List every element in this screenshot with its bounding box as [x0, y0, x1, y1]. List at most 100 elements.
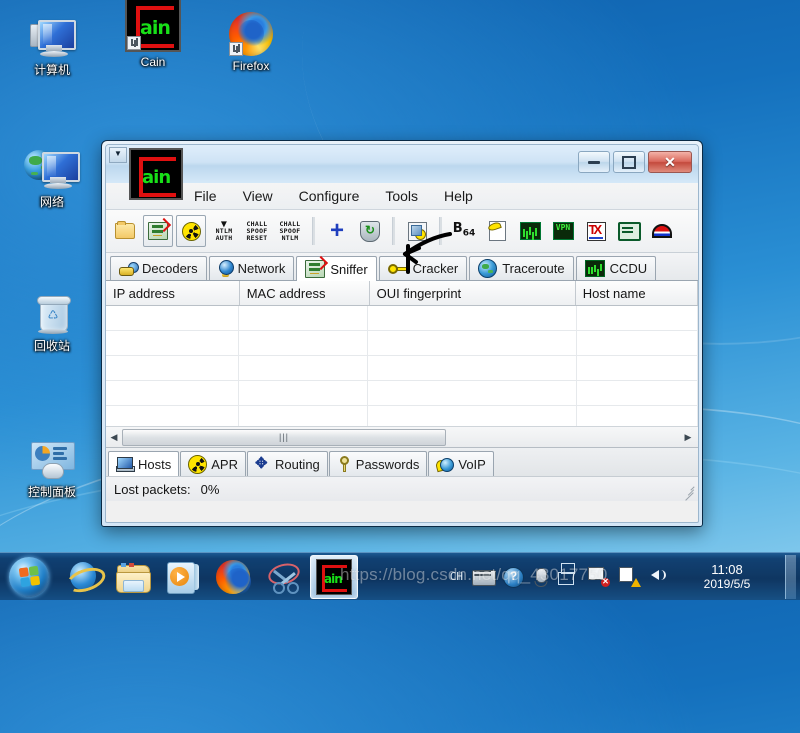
horizontal-scrollbar[interactable]: ◀ ||| ▶ — [106, 426, 698, 447]
start-button[interactable] — [2, 555, 56, 599]
rdp-button[interactable]: TX — [581, 215, 611, 247]
vpn-icon: VPN — [552, 222, 574, 240]
desktop-icon-firefox[interactable]: Firefox — [203, 6, 299, 73]
desktop-icon-computer[interactable]: 计算机 — [4, 10, 100, 77]
firefox-icon — [203, 6, 299, 56]
bottom-tab-label: VoIP — [458, 456, 486, 472]
table-row[interactable] — [106, 356, 698, 381]
taskbar-clock[interactable]: 11:08 2019/5/5 — [681, 562, 773, 592]
taskbar-firefox[interactable] — [210, 556, 256, 598]
telnet-button[interactable] — [614, 215, 644, 247]
bottom-tab-bar[interactable]: Hosts APR ✥ Routing Passwords VoIP — [106, 447, 698, 476]
ime-indicator[interactable]: CH — [450, 570, 463, 583]
table-cell — [239, 331, 368, 355]
chall-spoof-ntlm-button[interactable]: CHALL SPOOF NTLM — [275, 215, 305, 247]
tray-help-icon[interactable]: ? — [503, 566, 525, 588]
tab-network[interactable]: Network — [208, 256, 295, 280]
menu-item-file[interactable]: File — [190, 186, 221, 206]
rdp-icon: TX — [586, 221, 606, 241]
column-header[interactable]: Host name — [575, 281, 698, 305]
base64-icon: B64 — [452, 220, 476, 239]
access-database-password-button[interactable] — [482, 215, 512, 247]
taskbar[interactable]: ain CH ? ✕ 11:08 2019/5/5 — [0, 552, 800, 600]
close-button[interactable]: ✕ — [648, 151, 692, 173]
chall-spoof-ntlm-icon: CHALL SPOOF NTLM — [279, 219, 301, 242]
taskbar-media-player[interactable] — [160, 556, 206, 598]
certificate-collector-button[interactable] — [402, 215, 432, 247]
cain-window[interactable]: ▼ ain ✕ File View Configure Tools Help ▼… — [101, 140, 703, 527]
chevron-down-icon[interactable]: ▼ — [109, 147, 127, 163]
resize-grip-icon[interactable] — [681, 485, 695, 501]
certificate-icon — [407, 221, 427, 241]
desktop-icon-recycle-bin[interactable]: ♺ 回收站 — [4, 286, 100, 353]
taskbar-internet-explorer[interactable] — [60, 556, 109, 598]
column-header[interactable]: OUI fingerprint — [369, 281, 576, 305]
table-cell — [577, 306, 698, 330]
table-cell — [106, 381, 239, 405]
table-cell — [106, 331, 239, 355]
add-to-list-button[interactable]: + — [322, 215, 352, 247]
tray-keyboard-icon[interactable] — [472, 567, 496, 587]
show-desktop-button[interactable] — [785, 554, 796, 599]
bottom-tab-apr[interactable]: APR — [180, 451, 246, 476]
taskbar-snipping-tool[interactable] — [260, 556, 306, 598]
open-file-button[interactable] — [110, 215, 140, 247]
taskbar-file-explorer[interactable] — [110, 556, 156, 598]
tray-microphone-icon[interactable] — [534, 567, 548, 587]
column-header[interactable]: IP address — [106, 281, 240, 305]
bottom-tab-routing[interactable]: ✥ Routing — [246, 451, 328, 476]
system-tray[interactable]: CH ? ✕ 11:08 2019/5/5 — [450, 553, 800, 600]
start-stop-apr-button[interactable] — [176, 215, 206, 247]
tab-ccdu[interactable]: CCDU — [575, 256, 657, 280]
bottom-tab-label: Passwords — [355, 456, 420, 472]
host-list-header[interactable]: IP address MAC address OUI fingerprint Host… — [106, 281, 698, 306]
media-player-icon — [167, 561, 199, 594]
table-row[interactable] — [106, 331, 698, 356]
table-cell — [239, 356, 368, 380]
tool-bar[interactable]: ▼NTLMAUTH CHALLSPOOFRESET CHALLSPOOFNTLM + B… — [106, 210, 698, 253]
menu-bar[interactable]: File View Configure Tools Help — [106, 183, 698, 210]
status-bar: Lost packets: 0% — [106, 476, 698, 501]
magnet-button[interactable] — [647, 215, 677, 247]
scroll-right-arrow-icon[interactable]: ▶ — [680, 428, 696, 446]
table-cell — [239, 381, 368, 405]
menu-item-tools[interactable]: Tools — [381, 186, 422, 206]
start-stop-sniffer-button[interactable] — [143, 215, 173, 247]
tab-decoders[interactable]: Decoders — [110, 256, 207, 280]
scroll-left-arrow-icon[interactable]: ◀ — [106, 428, 122, 446]
minimize-button[interactable] — [578, 151, 610, 173]
radiation-icon — [188, 454, 208, 474]
menu-item-view[interactable]: View — [239, 186, 277, 206]
bottom-tab-voip[interactable]: VoIP — [428, 451, 494, 476]
taskbar-cain[interactable]: ain — [310, 554, 358, 599]
tray-action-center-icon[interactable] — [619, 566, 641, 587]
scrollbar-thumb[interactable]: ||| — [122, 428, 446, 446]
desktop-icon-control-panel[interactable]: 控制面板 — [4, 432, 100, 499]
table-row[interactable] — [106, 306, 698, 331]
remove-button[interactable] — [355, 215, 385, 247]
ntlm-auth-button[interactable]: ▼ NTLM AUTH — [209, 215, 239, 247]
desktop-icon-network[interactable]: 网络 — [4, 142, 100, 209]
routing-icon: ✥ — [254, 455, 268, 472]
base64-decoder-button[interactable]: B64 — [449, 215, 479, 247]
menu-item-help[interactable]: Help — [440, 186, 477, 206]
desktop-icon-cain[interactable]: ain Cain — [105, 0, 201, 69]
bottom-tab-passwords[interactable]: Passwords — [328, 451, 428, 476]
host-list-body[interactable] — [106, 306, 698, 431]
tab-traceroute[interactable]: Traceroute — [469, 256, 574, 280]
network-stats-button[interactable] — [515, 215, 545, 247]
tray-network-icon[interactable]: ✕ — [588, 566, 610, 587]
bottom-tab-hosts[interactable]: Hosts — [108, 451, 180, 476]
menu-item-configure[interactable]: Configure — [295, 186, 364, 206]
main-tab-bar[interactable]: Decoders Network Sniffer Cracker Traceroute C… — [106, 253, 698, 281]
vpn-button[interactable]: VPN — [548, 215, 578, 247]
maximize-button[interactable] — [613, 151, 645, 173]
chall-spoof-reset-button[interactable]: CHALL SPOOF RESET — [242, 215, 272, 247]
table-row[interactable] — [106, 381, 698, 406]
window-title-bar[interactable]: ▼ ain ✕ — [106, 145, 698, 200]
tab-sniffer[interactable]: Sniffer — [296, 256, 377, 281]
tray-show-hidden-icons[interactable] — [557, 567, 579, 587]
tab-cracker[interactable]: Cracker — [378, 256, 468, 280]
column-header[interactable]: MAC address — [239, 281, 370, 305]
tray-volume-icon[interactable] — [650, 567, 672, 587]
